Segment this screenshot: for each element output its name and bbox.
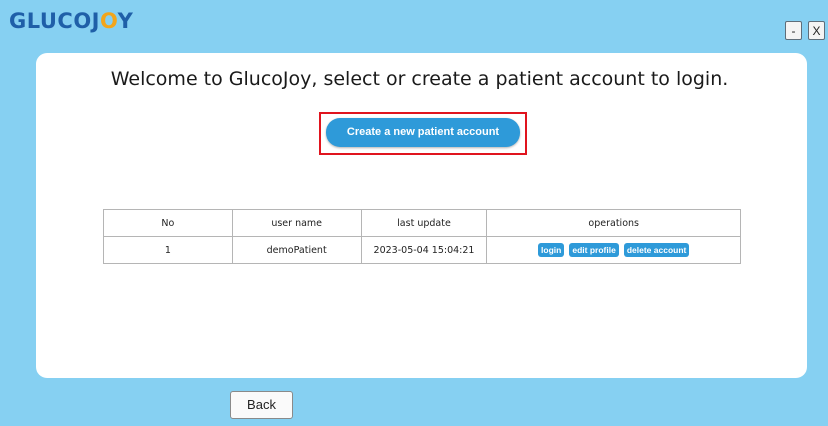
cell-last-update: 2023-05-04 15:04:21 bbox=[360, 236, 488, 264]
patient-table: No user name last update operations 1 de… bbox=[103, 209, 741, 264]
cell-operations: login edit profile delete account bbox=[486, 236, 741, 264]
logo-text-accent: O bbox=[100, 9, 118, 33]
cell-no: 1 bbox=[103, 236, 233, 264]
main-panel: Welcome to GlucoJoy, select or create a … bbox=[36, 53, 807, 378]
logo-text-part3: Y bbox=[117, 9, 134, 33]
header-last-update: last update bbox=[360, 209, 488, 237]
header-no: No bbox=[103, 209, 233, 237]
minimize-button[interactable]: - bbox=[785, 21, 802, 40]
login-button[interactable]: login bbox=[538, 243, 565, 257]
edit-profile-button[interactable]: edit profile bbox=[569, 243, 619, 257]
delete-account-button[interactable]: delete account bbox=[623, 243, 690, 257]
header-user-name: user name bbox=[231, 209, 362, 237]
app-logo: GLUCOJOY bbox=[9, 9, 133, 33]
welcome-heading: Welcome to GlucoJoy, select or create a … bbox=[110, 68, 729, 90]
create-patient-account-button[interactable]: Create a new patient account bbox=[326, 118, 520, 147]
table-row: 1 demoPatient 2023-05-04 15:04:21 login … bbox=[103, 236, 741, 264]
logo-text-part1: GLUCOJ bbox=[9, 9, 100, 33]
cell-user-name: demoPatient bbox=[231, 236, 362, 264]
close-button[interactable]: X bbox=[808, 21, 825, 40]
back-button[interactable]: Back bbox=[230, 391, 293, 419]
header-operations: operations bbox=[486, 209, 741, 237]
table-header-row: No user name last update operations bbox=[103, 209, 741, 237]
